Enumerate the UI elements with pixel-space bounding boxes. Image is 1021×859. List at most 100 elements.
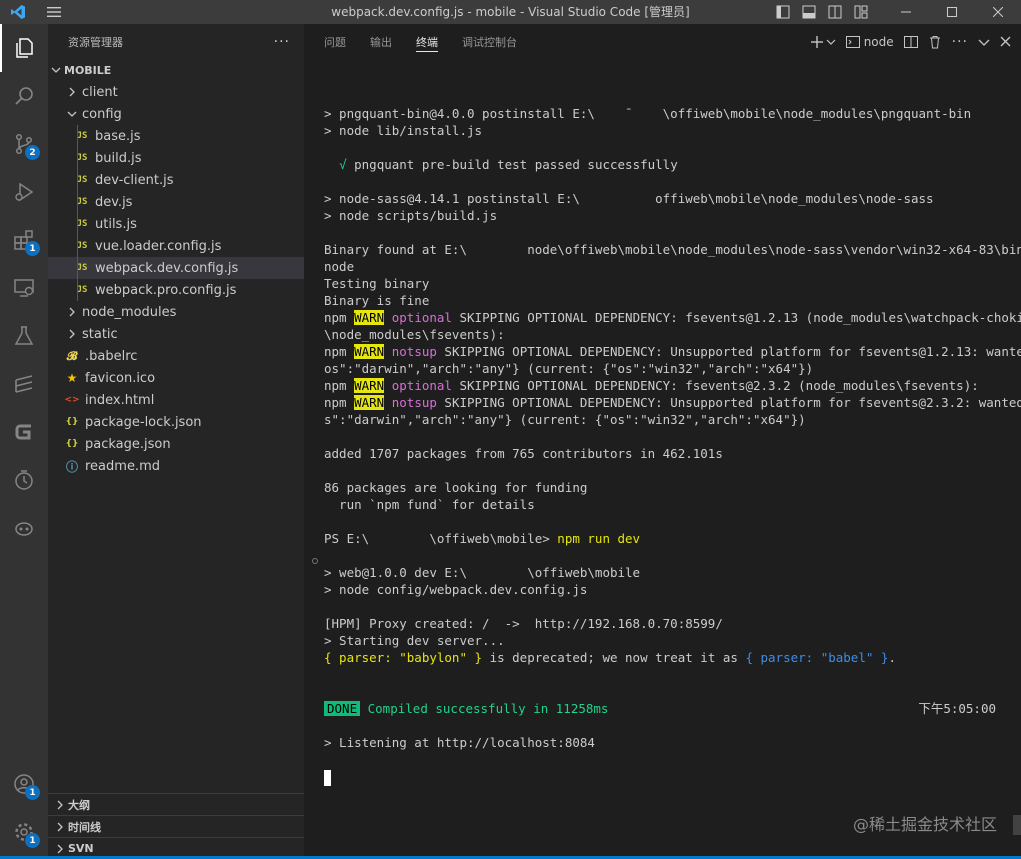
copilot-icon[interactable]: [0, 504, 48, 552]
file-item[interactable]: JS dev-client.js: [48, 169, 304, 191]
more-actions-icon[interactable]: ···: [952, 34, 968, 50]
json-file-icon: {}: [65, 439, 79, 449]
explorer-title: 资源管理器: [68, 35, 123, 49]
more-actions-icon[interactable]: ···: [274, 34, 290, 50]
file-item[interactable]: JS utils.js: [48, 213, 304, 235]
file-item[interactable]: <> index.html: [48, 389, 304, 411]
settings-gear-icon[interactable]: 1: [0, 808, 48, 856]
terminal-instance[interactable]: node: [845, 34, 894, 49]
menu-icon[interactable]: [36, 0, 72, 24]
indent-guide: [77, 213, 78, 235]
indent-guide: [77, 125, 78, 147]
timeline-panel-header[interactable]: 时间线: [48, 815, 304, 837]
file-item[interactable]: JS dev.js: [48, 191, 304, 213]
terminal-scrollbar[interactable]: [1013, 815, 1021, 835]
minimize-icon[interactable]: [883, 0, 929, 24]
activity-bar: 2 1 1 1: [0, 24, 48, 859]
terminal-line: Testing binary: [324, 276, 430, 291]
customize-layout-icon[interactable]: [851, 2, 871, 22]
run-debug-icon[interactable]: [0, 168, 48, 216]
chevron-down-icon[interactable]: [978, 36, 990, 48]
folder-item[interactable]: config: [48, 103, 304, 125]
chevron-right-icon: [64, 87, 80, 97]
file-item[interactable]: ★ favicon.ico: [48, 367, 304, 389]
remote-explorer-icon[interactable]: [0, 264, 48, 312]
terminal-line: npm WARN notsup SKIPPING OPTIONAL DEPEND…: [324, 343, 1021, 360]
file-item[interactable]: JS vue.loader.config.js: [48, 235, 304, 257]
parser-new: { parser: "babel" }: [745, 650, 889, 665]
terminal-name: node: [863, 34, 894, 49]
terminal-line: DONE Compiled successfully in 11258ms 下午5…: [324, 700, 1014, 717]
search-icon[interactable]: [0, 72, 48, 120]
gitlens-icon[interactable]: [0, 360, 48, 408]
kill-terminal-icon[interactable]: [928, 35, 942, 49]
tree-item-label: static: [82, 326, 118, 342]
files-icon[interactable]: [0, 24, 48, 72]
extensions-icon[interactable]: 1: [0, 216, 48, 264]
tab-terminal[interactable]: 终端: [416, 24, 438, 59]
terminal-line: run `npm fund` for details: [324, 497, 535, 512]
terminal-dropdown-icon[interactable]: [826, 37, 836, 47]
ps-prompt: PS E:\ \offiweb\mobile>: [324, 531, 558, 546]
warn-message: SKIPPING OPTIONAL DEPENDENCY: fsevents@2…: [451, 378, 979, 393]
explorer-sidebar: 资源管理器 ··· MOBILE client config JS base.js JS…: [48, 24, 304, 859]
tab-problems[interactable]: 问题: [324, 24, 346, 59]
file-tree: client config JS base.js JS build.js JS dev-cli…: [48, 81, 304, 477]
file-item[interactable]: {} package.json: [48, 433, 304, 455]
file-item[interactable]: 𝓑 .babelrc: [48, 345, 304, 367]
terminal-line: npm WARN optional SKIPPING OPTIONAL DEPE…: [324, 309, 1021, 326]
toggle-secondary-sidebar-icon[interactable]: [825, 2, 845, 22]
terminal-output[interactable]: > pngquant-bin@4.0.0 postinstall E:\ ̄ \…: [324, 88, 1021, 786]
tab-output[interactable]: 输出: [370, 24, 392, 59]
close-panel-icon[interactable]: [1000, 36, 1011, 47]
folder-item[interactable]: static: [48, 323, 304, 345]
workspace-root[interactable]: MOBILE: [48, 59, 304, 81]
terminal-line: PS E:\ \offiweb\mobile> npm run dev: [324, 530, 1014, 547]
warn-message: SKIPPING OPTIONAL DEPENDENCY: Unsupporte…: [436, 344, 1021, 359]
folder-item[interactable]: node_modules: [48, 301, 304, 323]
timeline-icon[interactable]: [0, 456, 48, 504]
folder-item[interactable]: client: [48, 81, 304, 103]
chevron-right-icon: [52, 822, 68, 832]
info-file-icon: ⓘ: [65, 459, 78, 474]
source-control-badge: 2: [25, 145, 40, 160]
success-message: pngquant pre-build test passed successfu…: [346, 157, 678, 172]
npm-label: npm: [324, 378, 347, 393]
accounts-icon[interactable]: 1: [0, 760, 48, 808]
maximize-icon[interactable]: [929, 0, 975, 24]
chevron-right-icon: [64, 307, 80, 317]
terminal-line: 86 packages are looking for funding: [324, 480, 588, 495]
outline-panel-header[interactable]: 大纲: [48, 793, 304, 815]
toggle-sidebar-icon[interactable]: [773, 2, 793, 22]
source-control-icon[interactable]: 2: [0, 120, 48, 168]
notsup-label: notsup: [391, 395, 437, 410]
file-item[interactable]: JS webpack.dev.config.js: [48, 257, 304, 279]
new-terminal-icon[interactable]: [810, 35, 824, 49]
file-item[interactable]: JS webpack.pro.config.js: [48, 279, 304, 301]
parser-msg: is deprecated; we now treat it as: [482, 650, 746, 665]
toggle-panel-icon[interactable]: [799, 2, 819, 22]
done-badge: DONE: [324, 701, 361, 716]
file-item[interactable]: {} package-lock.json: [48, 411, 304, 433]
tree-item-label: favicon.ico: [85, 370, 156, 386]
close-window-icon[interactable]: [975, 0, 1021, 24]
terminal-line: > Starting dev server...: [324, 633, 505, 648]
tree-item-label: utils.js: [95, 216, 137, 232]
chevron-right-icon: [52, 800, 68, 810]
file-item[interactable]: JS build.js: [48, 147, 304, 169]
indent-guide: [77, 279, 78, 301]
tab-debug-console[interactable]: 调试控制台: [462, 24, 517, 59]
tree-item-label: config: [82, 106, 122, 122]
settings-badge: 1: [25, 833, 40, 848]
svn-label: SVN: [68, 842, 94, 855]
warn-badge: WARN: [354, 395, 385, 410]
file-item[interactable]: JS base.js: [48, 125, 304, 147]
file-item[interactable]: ⓘ readme.md: [48, 455, 304, 477]
testing-icon[interactable]: [0, 312, 48, 360]
split-terminal-icon[interactable]: [903, 35, 918, 49]
g-extension-icon[interactable]: [0, 408, 48, 456]
